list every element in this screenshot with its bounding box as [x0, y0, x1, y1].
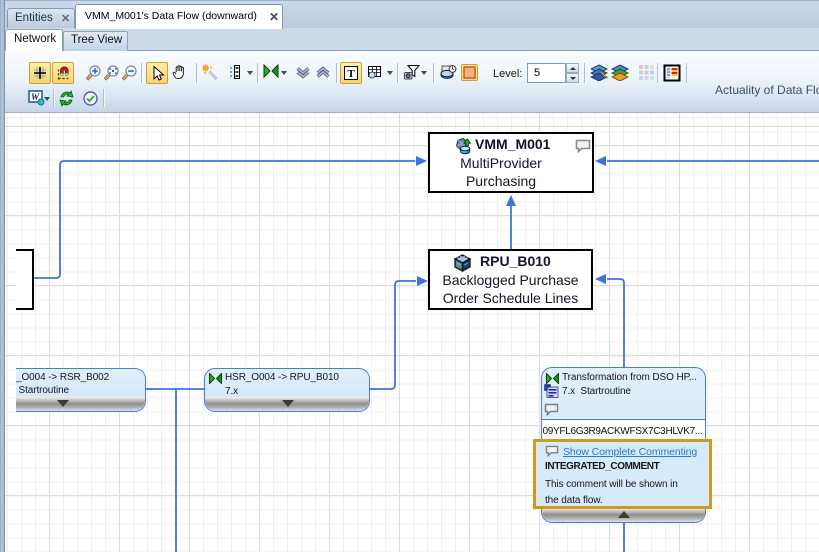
svg-text:T: T [347, 68, 355, 80]
